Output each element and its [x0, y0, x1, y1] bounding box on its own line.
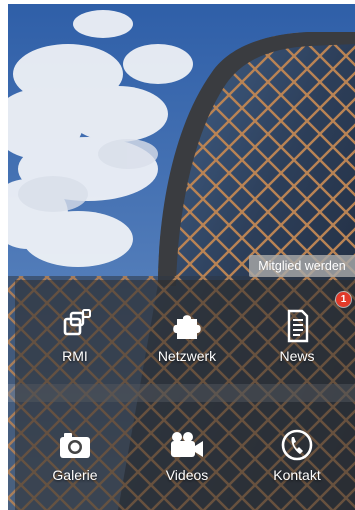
video-camera-icon: [171, 432, 203, 457]
document-icon: [287, 309, 309, 343]
menu-item-videos[interactable]: Videos: [132, 428, 242, 508]
menu-item-label: Kontakt: [273, 467, 321, 483]
menu-item-rmi[interactable]: RMI: [20, 309, 130, 389]
menu-item-news[interactable]: News: [242, 309, 352, 389]
menu-item-label: News: [279, 348, 315, 364]
menu-item-netzwerk[interactable]: Netzwerk: [132, 309, 242, 389]
menu-item-label: Videos: [165, 467, 209, 483]
menu-item-label: Netzwerk: [157, 348, 217, 364]
phone-icon: [281, 429, 313, 461]
puzzle-piece-icon: [173, 315, 201, 339]
menu-panel: RMI Netzwerk News 1 Galerie Videos Konta…: [15, 280, 355, 510]
menu-item-kontakt[interactable]: Kontakt: [242, 428, 352, 508]
join-button[interactable]: Mitglied werden: [249, 255, 355, 277]
menu-item-label: Galerie: [52, 467, 98, 483]
menu-item-galerie[interactable]: Galerie: [20, 428, 130, 508]
camera-icon: [60, 433, 90, 458]
app-screen: Mitglied werden RMI Netzwerk News 1 Gale…: [8, 4, 355, 510]
overlapping-squares-icon: [63, 309, 91, 336]
news-badge: 1: [336, 292, 351, 307]
menu-item-label: RMI: [62, 348, 88, 364]
